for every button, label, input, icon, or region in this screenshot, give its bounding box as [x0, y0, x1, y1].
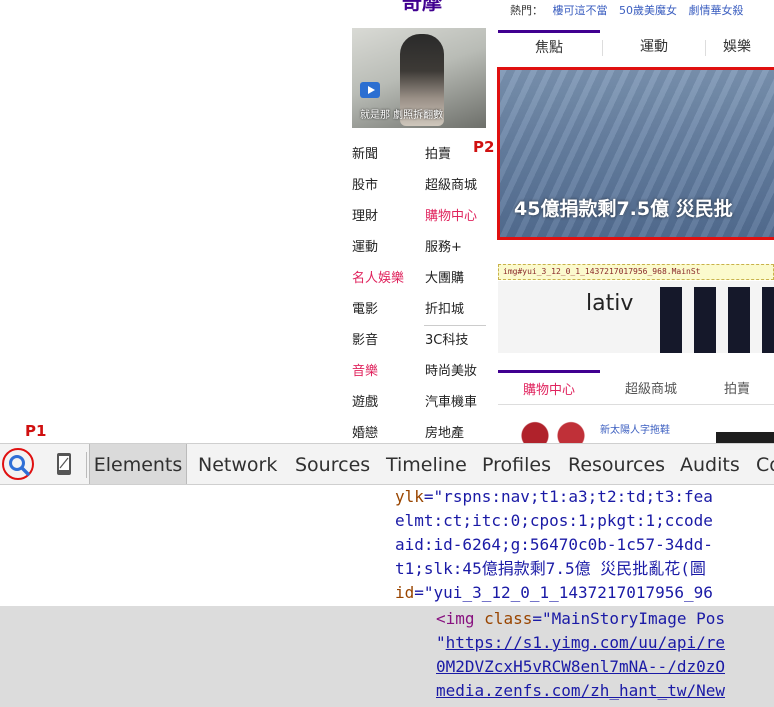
nav-link[interactable]: 股市 [352, 170, 404, 201]
annotation-p1: P1 [25, 422, 47, 440]
yahoo-page-viewport: 奇摩 熱門： 樓可這不當 50歲美魔女 劇情華女殺 就是那 劇照拆翻數 新聞 股… [0, 0, 774, 443]
tab-timeline[interactable]: Timeline [386, 444, 467, 484]
nav-link[interactable]: 拍賣 [425, 139, 477, 170]
code-line[interactable]: "https://s1.yimg.com/uu/api/re [436, 631, 725, 655]
annotation-p2: P2 [473, 138, 495, 156]
nav-link[interactable]: 服務+ [425, 232, 477, 263]
nav-link[interactable]: 汽車機車 [425, 387, 477, 418]
hot-topic-link[interactable]: 劇情華女殺 [689, 4, 744, 17]
nav-link[interactable]: 購物中心 [425, 201, 477, 232]
tab-entertainment[interactable]: 娛樂 [723, 30, 774, 62]
product-title[interactable]: 新太陽人字拖鞋 [600, 421, 670, 436]
hot-topics-label: 熱門： [510, 4, 543, 17]
ad-model-leg [660, 287, 682, 353]
ad-model-leg [694, 287, 716, 353]
quote: " [436, 633, 446, 652]
hot-topic-link[interactable]: 50歲美魔女 [619, 4, 677, 17]
nav-link[interactable]: 房地產 [425, 418, 477, 443]
ad-banner[interactable]: lativ [498, 281, 774, 353]
resource-link[interactable]: 0M2DVZcxH5vRCW8enl7mNA--/dz0zO [436, 655, 725, 679]
nav-link[interactable]: 婚戀 [352, 418, 404, 443]
play-icon[interactable] [360, 82, 380, 98]
attr-name: id [395, 583, 415, 602]
tab-shopping-center[interactable]: 購物中心 [498, 370, 600, 407]
nav-link[interactable]: 大團購 [425, 263, 477, 294]
device-mode-button[interactable] [54, 452, 74, 476]
code-line[interactable]: id="yui_3_12_0_1_1437217017956_96 [395, 581, 713, 605]
tab-network[interactable]: Network [198, 444, 277, 484]
attr-name: ylk [395, 487, 424, 506]
nav-column-1: 新聞 股市 理財 運動 名人娛樂 電影 影音 音樂 遊戲 婚戀 [352, 139, 404, 443]
nav-link[interactable]: 音樂 [352, 356, 404, 387]
tab-elements[interactable]: Elements [89, 444, 187, 484]
nav-column-2: 拍賣 超級商城 購物中心 服務+ 大團購 折扣城 3C科技 時尚美妝 汽車機車 … [425, 139, 477, 443]
tab-console[interactable]: Co [756, 444, 774, 484]
code-line[interactable]: aid:id-6264;g:56470c0b-1c57-34dd- [395, 533, 713, 557]
hot-topics: 熱門： 樓可這不當 50歲美魔女 劇情華女殺 [510, 2, 752, 18]
nav-link[interactable]: 運動 [352, 232, 404, 263]
hot-topic-link[interactable]: 樓可這不當 [553, 4, 608, 17]
nav-link[interactable]: 3C科技 [425, 325, 477, 356]
nav-link[interactable]: 新聞 [352, 139, 404, 170]
attr-value: "yui_3_12_0_1_1437217017956_96 [423, 583, 713, 602]
attr-value: "MainStoryImage Pos [541, 609, 726, 628]
tabs-underline [498, 404, 774, 405]
code-line[interactable]: t1;slk:45億捐款剩7.5億 災民批亂花(圖 [395, 557, 706, 581]
tab-divider [705, 40, 706, 56]
tab-sources[interactable]: Sources [295, 444, 370, 484]
nav-link[interactable]: 名人娛樂 [352, 263, 404, 294]
tab-auction[interactable]: 拍賣 [724, 370, 774, 404]
tab-sports[interactable]: 運動 [603, 30, 705, 62]
main-story-image[interactable]: 45億捐款剩7.5億 災民批 [497, 67, 774, 240]
code-line[interactable]: elmt:ct;itc:0;cpos:1;pkgt:1;ccode [395, 509, 713, 533]
tab-focus[interactable]: 焦點 [498, 30, 600, 62]
magnifier-icon [9, 455, 30, 476]
devtools-toolbar: Elements Network Sources Timeline Profil… [0, 443, 774, 485]
tab-resources[interactable]: Resources [568, 444, 665, 484]
site-logo[interactable]: 奇摩 [402, 0, 442, 15]
code-line[interactable]: ylk="rspns:nav;t1:a3;t2:td;t3:fea [395, 485, 713, 509]
thumbnail-caption: 就是那 劇照拆翻數 [360, 110, 444, 121]
devtools-panel: Elements Network Sources Timeline Profil… [0, 443, 774, 707]
tab-profiles[interactable]: Profiles [482, 444, 551, 484]
main-story-headline[interactable]: 45億捐款剩7.5億 災民批 [514, 194, 733, 221]
nav-link[interactable]: 折扣城 [425, 294, 477, 325]
ad-model-leg [762, 287, 774, 353]
product-thumbnail[interactable] [716, 432, 774, 443]
tag-name: <img [436, 609, 475, 628]
nav-divider [424, 325, 486, 326]
resource-link[interactable]: media.zenfs.com/zh_hant_tw/New [436, 679, 725, 703]
attr-value: "rspns:nav;t1:a3;t2:td;t3:fea [433, 487, 713, 506]
mobile-device-icon [57, 453, 71, 475]
element-tooltip: img#yui_3_12_0_1_1437217017956_968.MainS… [498, 264, 774, 280]
attr-name: class [484, 609, 533, 628]
nav-link[interactable]: 電影 [352, 294, 404, 325]
inspect-element-button[interactable] [2, 448, 34, 480]
nav-link[interactable]: 遊戲 [352, 387, 404, 418]
resource-link[interactable]: https://s1.yimg.com/uu/api/re [446, 633, 725, 652]
nav-link[interactable]: 時尚美妝 [425, 356, 477, 387]
ad-model-leg [728, 287, 750, 353]
product-thumbnail[interactable] [515, 420, 595, 443]
ad-brand: lativ [586, 291, 634, 316]
code-line-selected[interactable]: <img class="MainStoryImage Pos [436, 607, 725, 631]
video-thumbnail[interactable]: 就是那 劇照拆翻數 [352, 28, 486, 128]
news-tabs: 焦點 運動 娛樂 [498, 30, 774, 64]
tab-audits[interactable]: Audits [680, 444, 740, 484]
shopping-tabs: 購物中心 超級商城 拍賣 [498, 370, 774, 407]
nav-link[interactable]: 理財 [352, 201, 404, 232]
toolbar-divider [86, 452, 87, 478]
nav-link[interactable]: 超級商城 [425, 170, 477, 201]
tab-super-mall[interactable]: 超級商城 [603, 370, 699, 404]
nav-link[interactable]: 影音 [352, 325, 404, 356]
elements-tree[interactable]: ylk="rspns:nav;t1:a3;t2:td;t3:fea elmt:c… [0, 485, 774, 707]
